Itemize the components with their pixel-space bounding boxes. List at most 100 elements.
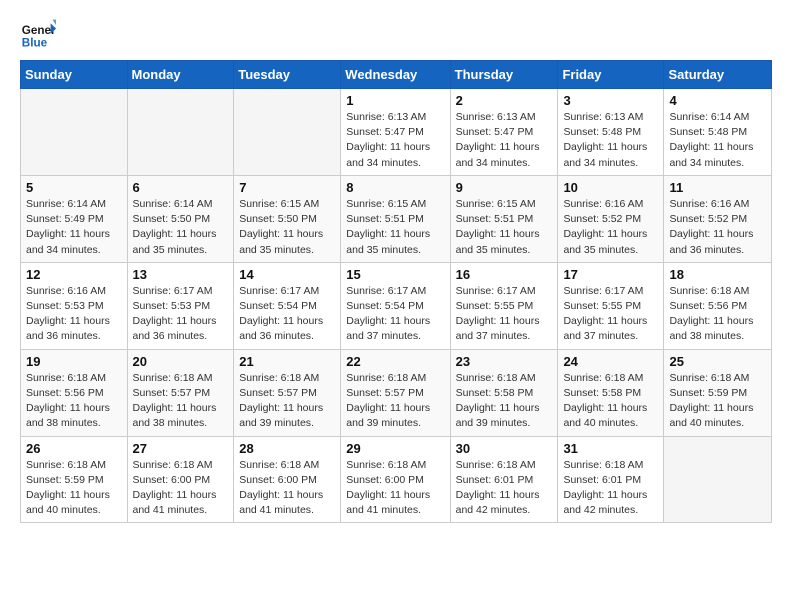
day-number: 31 [563, 441, 658, 456]
calendar-week-row: 26 Sunrise: 6:18 AM Sunset: 5:59 PM Dayli… [21, 436, 772, 523]
calendar-day-cell [664, 436, 772, 523]
calendar-day-cell: 25 Sunrise: 6:18 AM Sunset: 5:59 PM Dayli… [664, 349, 772, 436]
day-number: 29 [346, 441, 444, 456]
day-info: Sunrise: 6:17 AM Sunset: 5:53 PM Dayligh… [133, 284, 229, 345]
day-info: Sunrise: 6:18 AM Sunset: 6:01 PM Dayligh… [563, 458, 658, 519]
calendar-day-cell: 29 Sunrise: 6:18 AM Sunset: 6:00 PM Dayli… [341, 436, 450, 523]
calendar-day-cell: 10Sunrise: 6:16 AM Sunset: 5:52 PM Dayli… [558, 175, 664, 262]
day-info: Sunrise: 6:18 AM Sunset: 5:57 PM Dayligh… [346, 371, 444, 432]
calendar-day-cell: 11 Sunrise: 6:16 AM Sunset: 5:52 PM Dayli… [664, 175, 772, 262]
day-number: 11 [669, 180, 766, 195]
day-number: 6 [133, 180, 229, 195]
calendar-day-cell: 24Sunrise: 6:18 AM Sunset: 5:58 PM Dayli… [558, 349, 664, 436]
svg-text:Blue: Blue [22, 37, 48, 50]
day-info: Sunrise: 6:14 AM Sunset: 5:49 PM Dayligh… [26, 197, 122, 258]
day-number: 21 [239, 354, 335, 369]
calendar-day-cell: 12 Sunrise: 6:16 AM Sunset: 5:53 PM Dayli… [21, 262, 128, 349]
day-info: Sunrise: 6:18 AM Sunset: 5:58 PM Dayligh… [456, 371, 553, 432]
day-number: 18 [669, 267, 766, 282]
day-number: 1 [346, 93, 444, 108]
day-number: 13 [133, 267, 229, 282]
day-info: Sunrise: 6:18 AM Sunset: 5:58 PM Dayligh… [563, 371, 658, 432]
calendar-week-row: 1 Sunrise: 6:13 AM Sunset: 5:47 PM Daylig… [21, 89, 772, 176]
calendar-day-cell: 14 Sunrise: 6:17 AM Sunset: 5:54 PM Dayli… [234, 262, 341, 349]
calendar-day-header: Monday [127, 61, 234, 89]
calendar-day-cell: 3 Sunrise: 6:13 AM Sunset: 5:48 PM Daylig… [558, 89, 664, 176]
calendar-day-cell: 7 Sunrise: 6:15 AM Sunset: 5:50 PM Daylig… [234, 175, 341, 262]
day-number: 23 [456, 354, 553, 369]
day-number: 10 [563, 180, 658, 195]
calendar-day-cell: 9Sunrise: 6:15 AM Sunset: 5:51 PM Daylig… [450, 175, 558, 262]
day-info: Sunrise: 6:13 AM Sunset: 5:48 PM Dayligh… [563, 110, 658, 171]
day-number: 20 [133, 354, 229, 369]
day-number: 25 [669, 354, 766, 369]
day-number: 30 [456, 441, 553, 456]
day-number: 27 [133, 441, 229, 456]
calendar-day-cell: 19 Sunrise: 6:18 AM Sunset: 5:56 PM Dayli… [21, 349, 128, 436]
calendar-day-cell: 13 Sunrise: 6:17 AM Sunset: 5:53 PM Dayli… [127, 262, 234, 349]
calendar-day-cell: 21Sunrise: 6:18 AM Sunset: 5:57 PM Dayli… [234, 349, 341, 436]
day-info: Sunrise: 6:18 AM Sunset: 5:57 PM Dayligh… [133, 371, 229, 432]
calendar-table: SundayMondayTuesdayWednesdayThursdayFrid… [20, 60, 772, 523]
calendar-day-cell: 27 Sunrise: 6:18 AM Sunset: 6:00 PM Dayli… [127, 436, 234, 523]
day-info: Sunrise: 6:17 AM Sunset: 5:54 PM Dayligh… [239, 284, 335, 345]
day-info: Sunrise: 6:18 AM Sunset: 5:56 PM Dayligh… [26, 371, 122, 432]
calendar-day-cell: 26 Sunrise: 6:18 AM Sunset: 5:59 PM Dayli… [21, 436, 128, 523]
day-number: 3 [563, 93, 658, 108]
calendar-day-cell: 2 Sunrise: 6:13 AM Sunset: 5:47 PM Daylig… [450, 89, 558, 176]
day-number: 12 [26, 267, 122, 282]
calendar-week-row: 12 Sunrise: 6:16 AM Sunset: 5:53 PM Dayli… [21, 262, 772, 349]
day-number: 17 [563, 267, 658, 282]
day-number: 5 [26, 180, 122, 195]
calendar-day-cell: 31 Sunrise: 6:18 AM Sunset: 6:01 PM Dayli… [558, 436, 664, 523]
day-info: Sunrise: 6:16 AM Sunset: 5:52 PM Dayligh… [669, 197, 766, 258]
day-info: Sunrise: 6:18 AM Sunset: 5:59 PM Dayligh… [26, 458, 122, 519]
day-info: Sunrise: 6:16 AM Sunset: 5:53 PM Dayligh… [26, 284, 122, 345]
calendar-day-cell [21, 89, 128, 176]
day-info: Sunrise: 6:18 AM Sunset: 6:01 PM Dayligh… [456, 458, 553, 519]
header: General Blue [20, 16, 772, 52]
day-info: Sunrise: 6:18 AM Sunset: 6:00 PM Dayligh… [133, 458, 229, 519]
day-number: 2 [456, 93, 553, 108]
day-number: 15 [346, 267, 444, 282]
calendar-day-header: Wednesday [341, 61, 450, 89]
day-info: Sunrise: 6:14 AM Sunset: 5:50 PM Dayligh… [133, 197, 229, 258]
calendar-day-header: Friday [558, 61, 664, 89]
calendar-day-cell: 1Sunrise: 6:13 AM Sunset: 5:47 PM Daylig… [341, 89, 450, 176]
calendar-day-cell: 16Sunrise: 6:17 AM Sunset: 5:55 PM Dayli… [450, 262, 558, 349]
day-info: Sunrise: 6:15 AM Sunset: 5:50 PM Dayligh… [239, 197, 335, 258]
calendar-week-row: 5 Sunrise: 6:14 AM Sunset: 5:49 PM Daylig… [21, 175, 772, 262]
day-info: Sunrise: 6:15 AM Sunset: 5:51 PM Dayligh… [346, 197, 444, 258]
day-number: 22 [346, 354, 444, 369]
calendar-week-row: 19 Sunrise: 6:18 AM Sunset: 5:56 PM Dayli… [21, 349, 772, 436]
calendar-day-cell: 30 Sunrise: 6:18 AM Sunset: 6:01 PM Dayli… [450, 436, 558, 523]
calendar-day-header: Thursday [450, 61, 558, 89]
calendar-day-cell: 17Sunrise: 6:17 AM Sunset: 5:55 PM Dayli… [558, 262, 664, 349]
day-number: 7 [239, 180, 335, 195]
day-info: Sunrise: 6:15 AM Sunset: 5:51 PM Dayligh… [456, 197, 553, 258]
general-blue-logo-icon: General Blue [20, 16, 56, 52]
day-info: Sunrise: 6:14 AM Sunset: 5:48 PM Dayligh… [669, 110, 766, 171]
calendar-day-cell: 20 Sunrise: 6:18 AM Sunset: 5:57 PM Dayli… [127, 349, 234, 436]
calendar-day-header: Saturday [664, 61, 772, 89]
calendar-day-cell: 28Sunrise: 6:18 AM Sunset: 6:00 PM Dayli… [234, 436, 341, 523]
calendar-day-cell [234, 89, 341, 176]
calendar-day-cell: 4Sunrise: 6:14 AM Sunset: 5:48 PM Daylig… [664, 89, 772, 176]
day-info: Sunrise: 6:17 AM Sunset: 5:55 PM Dayligh… [456, 284, 553, 345]
day-info: Sunrise: 6:17 AM Sunset: 5:54 PM Dayligh… [346, 284, 444, 345]
day-number: 8 [346, 180, 444, 195]
calendar-day-header: Tuesday [234, 61, 341, 89]
day-info: Sunrise: 6:13 AM Sunset: 5:47 PM Dayligh… [456, 110, 553, 171]
calendar-day-cell [127, 89, 234, 176]
day-number: 14 [239, 267, 335, 282]
logo: General Blue [20, 16, 56, 52]
calendar-day-cell: 18Sunrise: 6:18 AM Sunset: 5:56 PM Dayli… [664, 262, 772, 349]
calendar-day-cell: 8 Sunrise: 6:15 AM Sunset: 5:51 PM Daylig… [341, 175, 450, 262]
day-info: Sunrise: 6:18 AM Sunset: 6:00 PM Dayligh… [346, 458, 444, 519]
day-number: 26 [26, 441, 122, 456]
day-info: Sunrise: 6:18 AM Sunset: 5:59 PM Dayligh… [669, 371, 766, 432]
calendar-day-cell: 6 Sunrise: 6:14 AM Sunset: 5:50 PM Daylig… [127, 175, 234, 262]
day-number: 19 [26, 354, 122, 369]
day-number: 28 [239, 441, 335, 456]
page: General Blue SundayMondayTuesdayWednesda… [0, 0, 792, 533]
